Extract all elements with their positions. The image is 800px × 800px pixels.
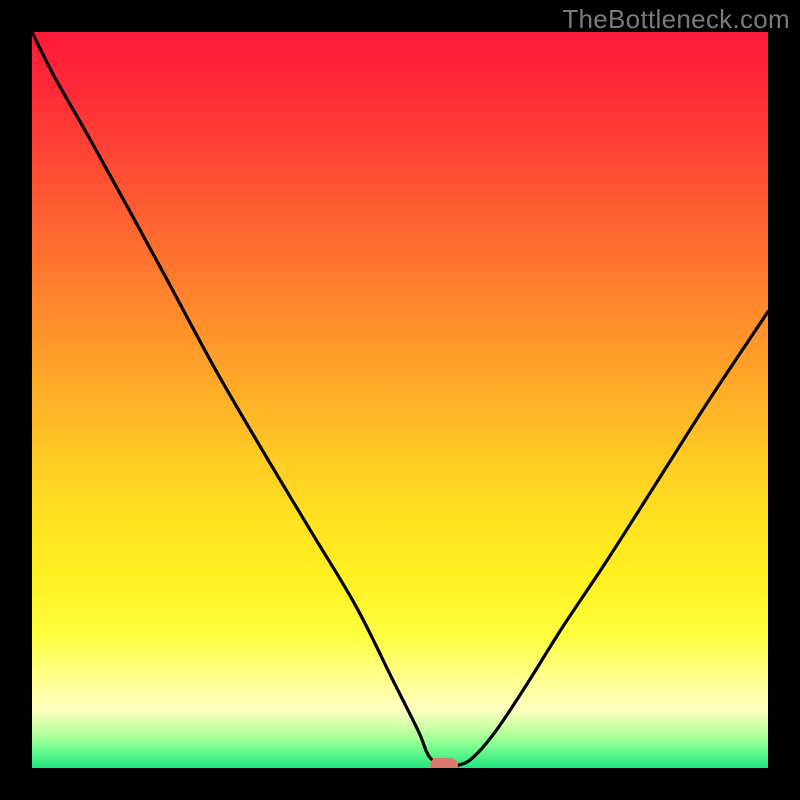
chart-frame: TheBottleneck.com [0,0,800,800]
plot-area [32,32,768,768]
bottleneck-curve [32,32,768,766]
curve-svg [32,32,768,768]
watermark-text: TheBottleneck.com [562,4,790,35]
optimal-point-marker [430,758,458,768]
